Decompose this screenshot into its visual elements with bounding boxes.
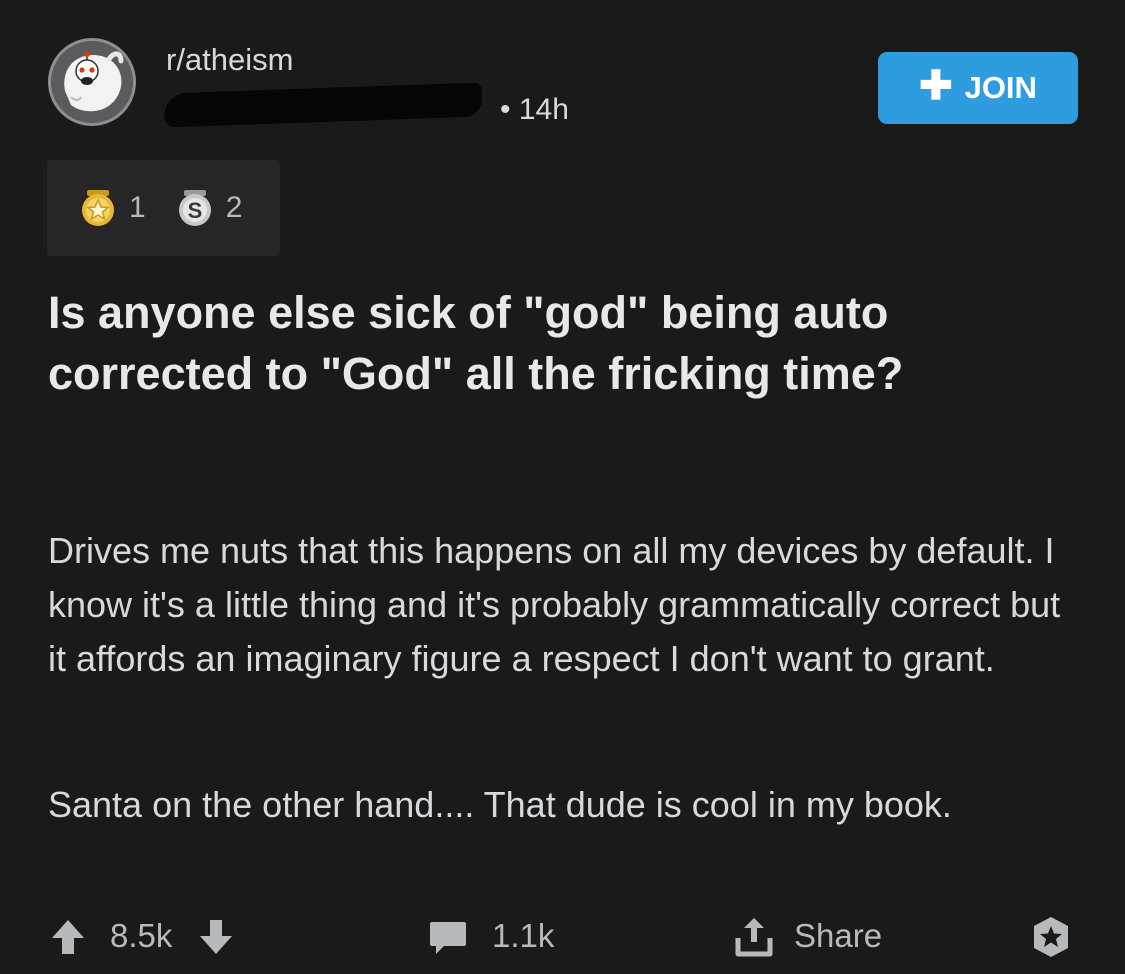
share-label: Share — [794, 917, 883, 954]
plus-icon: ✚ — [919, 64, 953, 108]
award-gold[interactable]: 1 — [77, 187, 146, 229]
vote-score: 8.5k — [110, 917, 173, 954]
comments-button[interactable]: 1.1k — [426, 914, 554, 958]
post-time: • 14h — [500, 93, 569, 127]
post-age: 14h — [518, 93, 569, 126]
post-title[interactable]: Is anyone else sick of "god" being auto … — [48, 282, 1088, 404]
gold-award-icon — [82, 190, 114, 226]
upvote-arrow-icon[interactable] — [48, 914, 88, 958]
vote-group: 8.5k — [48, 914, 236, 958]
award-silver[interactable]: S 2 — [174, 187, 243, 229]
give-award-button[interactable] — [1028, 914, 1074, 960]
comment-count: 1.1k — [492, 917, 555, 954]
post-actions-bar: 8.5k 1.1k Share — [48, 914, 1088, 974]
atheism-snoo-icon — [64, 51, 124, 112]
share-button[interactable]: Share — [732, 914, 882, 958]
post-header: r/atheism • 14h ✚ JOIN — [48, 38, 1088, 138]
join-button[interactable]: ✚ JOIN — [878, 52, 1078, 124]
join-label: JOIN — [964, 70, 1037, 105]
comment-bubble-icon — [430, 922, 466, 954]
silver-award-count: 2 — [225, 191, 243, 224]
separator-dot: • — [500, 93, 511, 126]
silver-award-icon: S — [178, 190, 211, 226]
gold-award-count: 1 — [129, 191, 146, 224]
post-body-paragraph: Santa on the other hand.... That dude is… — [48, 784, 952, 825]
post-body-paragraph: Drives me nuts that this happens on all … — [48, 530, 1061, 679]
svg-text:S: S — [187, 198, 202, 223]
subreddit-name[interactable]: r/atheism — [166, 42, 293, 78]
share-icon — [735, 918, 773, 957]
redacted-username — [163, 82, 483, 128]
award-icon — [1034, 917, 1068, 957]
awards-bar[interactable]: 1 S 2 — [47, 160, 280, 256]
subreddit-avatar[interactable] — [48, 38, 136, 126]
downvote-arrow-icon[interactable] — [196, 914, 236, 958]
